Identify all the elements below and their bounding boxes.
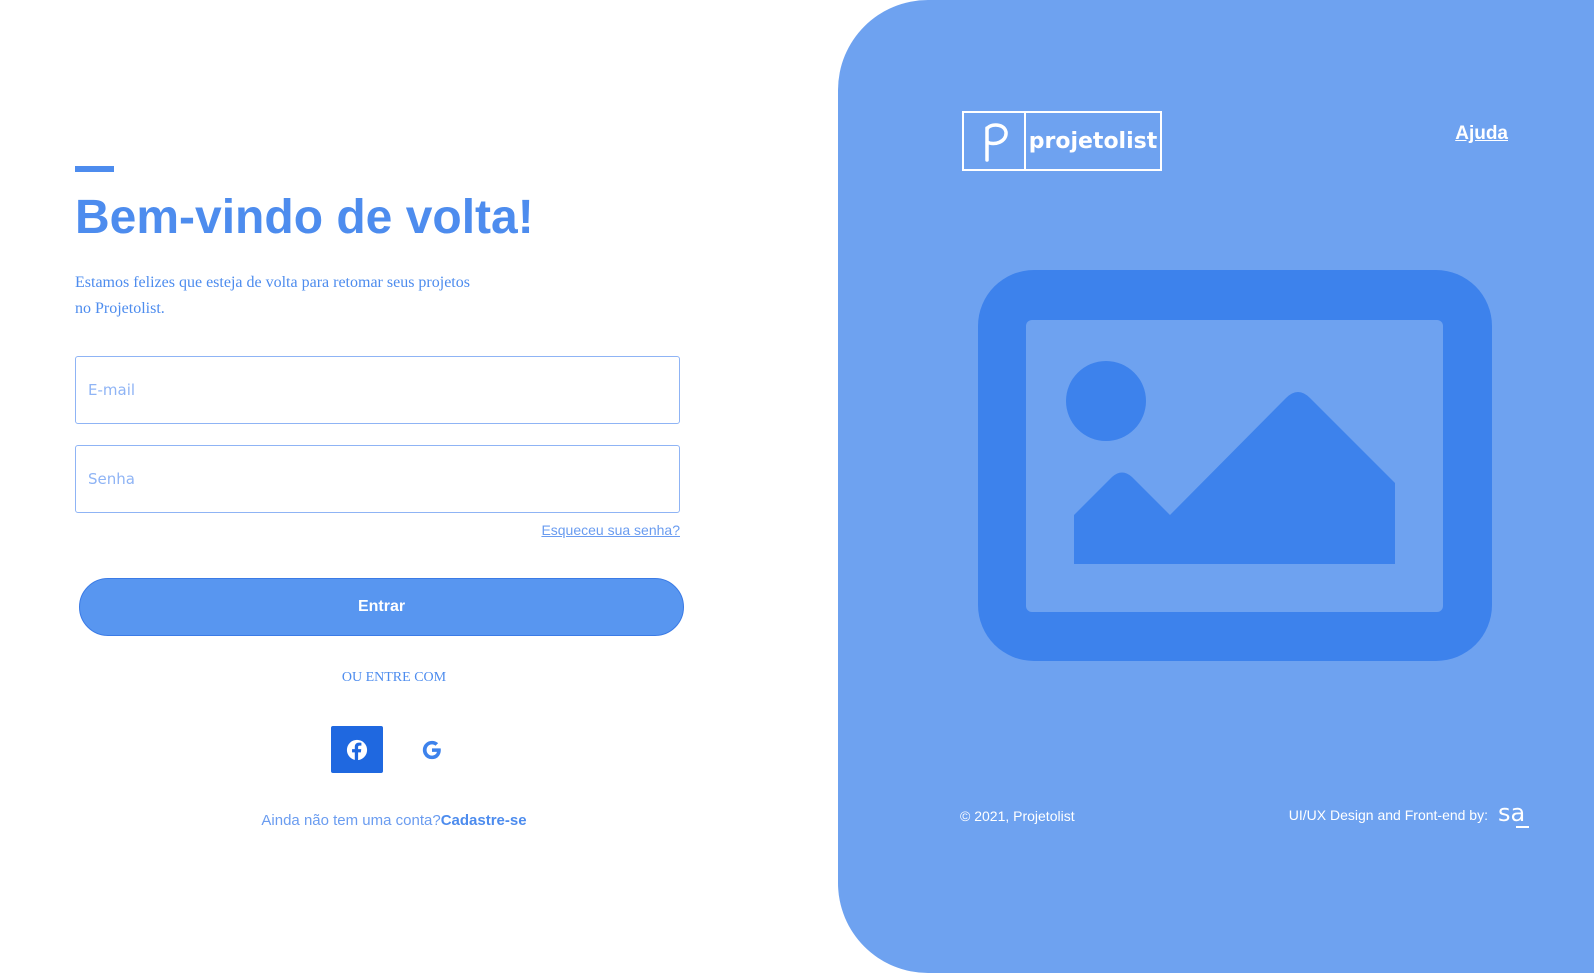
- alt-login-label: OU ENTRE COM: [341, 670, 447, 685]
- signup-prompt: Ainda não tem uma conta?Cadastre-se: [75, 812, 713, 829]
- page-subtitle: Estamos felizes que esteja de volta para…: [75, 274, 470, 317]
- credit-text: UI/UX Design and Front-end by:: [1288, 807, 1488, 823]
- forgot-password-link[interactable]: Esqueceu sua senha?: [541, 522, 680, 538]
- sa-logo[interactable]: sa: [1498, 800, 1530, 830]
- image-placeholder-icon: [978, 270, 1492, 661]
- page-title: Bem-vindo de volta!: [75, 191, 534, 244]
- help-link[interactable]: Ajuda: [1455, 123, 1508, 145]
- google-login-button[interactable]: [410, 726, 454, 773]
- login-button[interactable]: Entrar: [79, 578, 684, 636]
- logo-p-icon: [985, 123, 1008, 162]
- sa-logo-text: sa: [1498, 800, 1525, 827]
- copyright-text: © 2021, Projetolist: [960, 808, 1075, 824]
- logo-text: projetolist: [1028, 128, 1158, 154]
- accent-bar: [75, 166, 114, 172]
- logo-mark-icon: [964, 113, 1026, 169]
- email-input[interactable]: [75, 356, 680, 424]
- design-credit: UI/UX Design and Front-end by: sa: [1289, 800, 1530, 830]
- facebook-login-button[interactable]: [331, 726, 383, 773]
- sa-logo-icon: sa: [1498, 800, 1529, 828]
- signup-link[interactable]: Cadastre-se: [441, 812, 527, 829]
- facebook-icon: [346, 739, 368, 761]
- google-icon: [422, 740, 441, 759]
- password-input[interactable]: [75, 445, 680, 513]
- signup-prompt-text: Ainda não tem uma conta?: [261, 812, 441, 829]
- projetolist-logo: projetolist: [962, 111, 1162, 171]
- brand-panel: projetolist Ajuda © 2021, Projetolist UI…: [838, 0, 1594, 973]
